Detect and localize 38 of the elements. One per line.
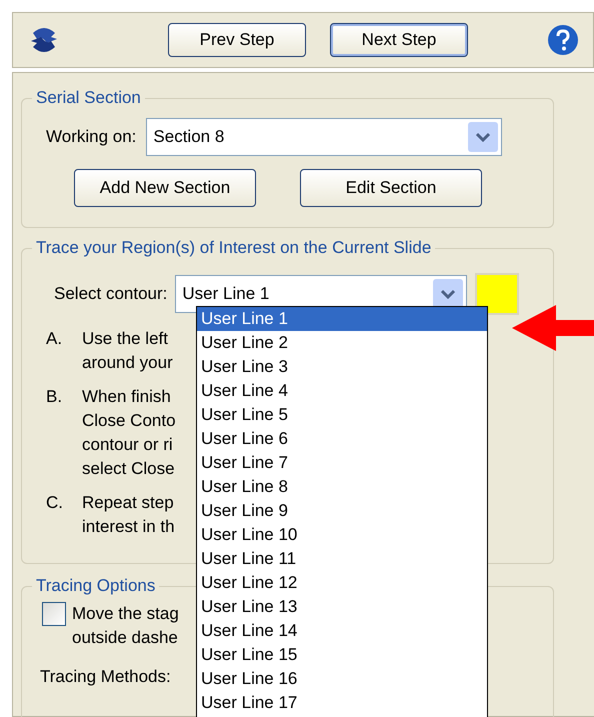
help-icon[interactable] bbox=[547, 24, 579, 56]
dropdown-item[interactable]: User Line 15 bbox=[197, 643, 487, 667]
dropdown-item[interactable]: User Line 16 bbox=[197, 667, 487, 691]
chevron-down-icon bbox=[441, 289, 456, 299]
section-select[interactable]: Section 8 bbox=[146, 118, 502, 156]
step-text: Use the left around your bbox=[82, 328, 173, 374]
checkbox-label: Move the stag outside dashe bbox=[72, 603, 179, 649]
select-contour-label: Select contour: bbox=[54, 283, 168, 306]
dropdown-item[interactable]: User Line 7 bbox=[197, 451, 487, 475]
dropdown-item[interactable]: User Line 6 bbox=[197, 427, 487, 451]
dropdown-item[interactable]: User Line 12 bbox=[197, 571, 487, 595]
dropdown-item[interactable]: User Line 4 bbox=[197, 379, 487, 403]
dropdown-item[interactable]: User Line 3 bbox=[197, 355, 487, 379]
working-on-label: Working on: bbox=[46, 126, 136, 148]
section-button[interactable]: Edit Section bbox=[300, 169, 482, 207]
arrow-icon bbox=[512, 305, 594, 351]
dropdown-item[interactable]: User Line 11 bbox=[197, 547, 487, 571]
dropdown-item[interactable]: User Line 8 bbox=[197, 475, 487, 499]
dropdown-item[interactable]: User Line 1 bbox=[197, 307, 487, 331]
dropdown-item[interactable]: User Line 2 bbox=[197, 331, 487, 355]
step-text: When finish Close Conto contour or ri select Close bbox=[82, 386, 176, 480]
color-swatch[interactable] bbox=[475, 273, 520, 315]
step-text: Repeat step interest in th bbox=[82, 492, 175, 538]
dropdown-item[interactable]: User Line 10 bbox=[197, 523, 487, 547]
prev-step-button[interactable]: Prev Step bbox=[168, 23, 306, 57]
dropdown-item[interactable]: User Line 14 bbox=[197, 619, 487, 643]
tracing-methods-label: Tracing Methods: bbox=[40, 667, 171, 686]
chevron-down-icon bbox=[476, 132, 490, 142]
checkbox[interactable] bbox=[42, 602, 66, 626]
next-step-button[interactable]: Next Step bbox=[330, 23, 468, 57]
step-marker: B. bbox=[45, 386, 64, 408]
dropdown-item[interactable]: User Line 17 bbox=[197, 691, 487, 715]
dropdown-item[interactable]: User Line 9 bbox=[197, 499, 487, 523]
step-marker: A. bbox=[45, 328, 64, 350]
dropdown-item[interactable]: User Line 5 bbox=[197, 403, 487, 427]
step-marker: C. bbox=[45, 492, 64, 514]
section-button[interactable]: Add New Section bbox=[74, 169, 256, 207]
dropdown-item[interactable]: User Line 13 bbox=[197, 595, 487, 619]
